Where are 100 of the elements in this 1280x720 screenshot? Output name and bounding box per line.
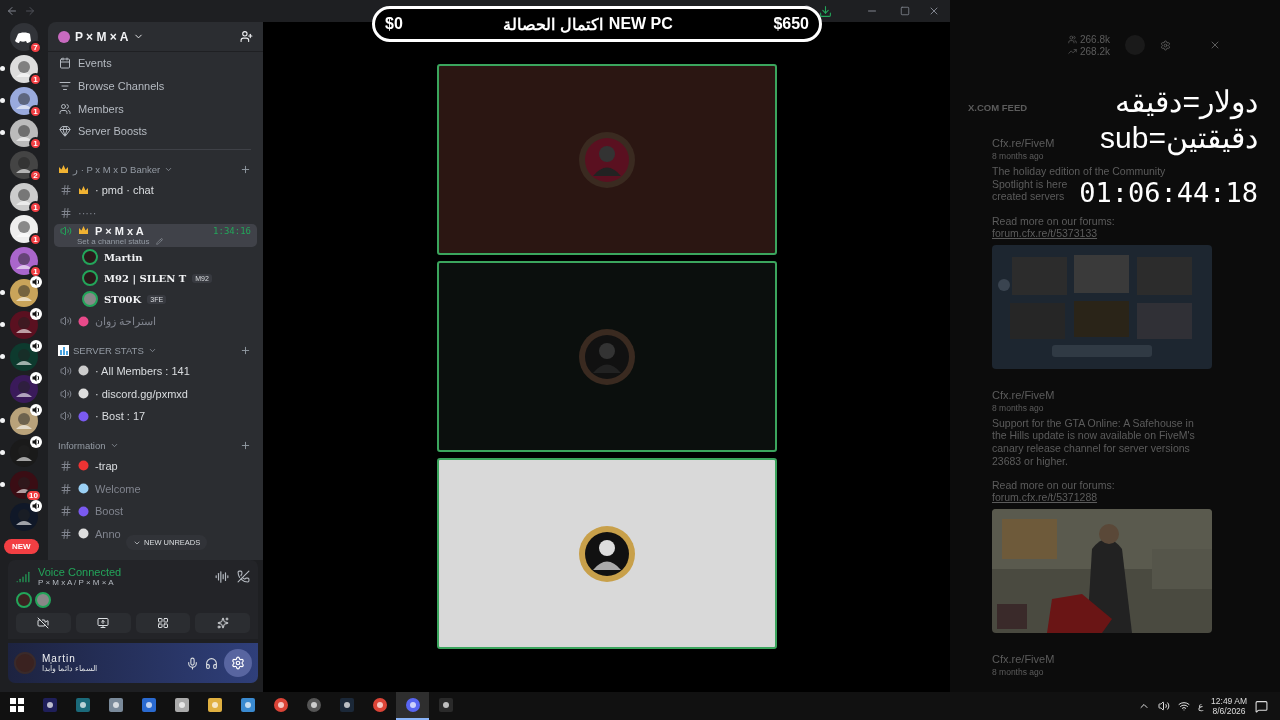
screen-share-button[interactable]: [75, 613, 131, 633]
server-icon[interactable]: [10, 311, 38, 339]
post-text: Read more on our forums:: [992, 479, 1116, 492]
server-icon[interactable]: [10, 247, 38, 275]
new-badge: NEW: [4, 539, 39, 554]
server-icon[interactable]: [10, 279, 38, 307]
voice-status[interactable]: Voice Connected: [38, 566, 207, 578]
add-icon[interactable]: [240, 439, 251, 451]
server-icon[interactable]: [10, 407, 38, 435]
category-header[interactable]: ر · P x M x D Banker: [48, 159, 263, 179]
avatar: [577, 327, 636, 386]
category-header[interactable]: SERVER STATS: [48, 340, 263, 360]
channel-item[interactable]: -trap: [54, 454, 124, 478]
channel-item[interactable]: Welcome: [54, 477, 147, 500]
channel-item[interactable]: استراحة زوان: [54, 309, 163, 333]
server-icon[interactable]: [10, 375, 38, 403]
back-icon[interactable]: [6, 5, 18, 17]
server-icon[interactable]: [10, 343, 38, 371]
crown-icon: [58, 163, 69, 175]
hash-icon: [60, 184, 72, 197]
channel-item[interactable]: Anno: [54, 522, 127, 546]
soundboard-icon[interactable]: [215, 569, 229, 584]
add-icon[interactable]: [240, 344, 251, 356]
server-icon[interactable]: [10, 503, 38, 531]
notifications-icon[interactable]: [1255, 699, 1268, 713]
mention-badge: 1: [29, 73, 42, 86]
server-icon[interactable]: [10, 119, 38, 147]
channel-item[interactable]: · Bost : 17: [54, 404, 152, 428]
activities-button[interactable]: [135, 613, 191, 633]
server-icon[interactable]: [10, 87, 38, 115]
discord-home-icon[interactable]: [10, 23, 38, 51]
sparkles-icon: [216, 617, 229, 629]
invite-icon[interactable]: [240, 30, 253, 43]
screen-share-icon: [97, 617, 110, 629]
video-tile[interactable]: [436, 261, 777, 452]
input-language[interactable]: ع: [1198, 701, 1204, 711]
nav-item[interactable]: Members: [48, 97, 263, 121]
channel-item[interactable]: ·····: [54, 201, 103, 225]
nav-item[interactable]: Browse Channels: [48, 74, 263, 98]
disconnect-icon[interactable]: [237, 570, 250, 583]
mention-badge: 1: [29, 105, 42, 118]
nav-item[interactable]: Events: [48, 52, 263, 75]
app-icon: [371, 697, 388, 713]
video-tile[interactable]: [436, 64, 777, 255]
headphones-icon[interactable]: [205, 656, 218, 670]
avatar[interactable]: [16, 592, 32, 608]
server-icon[interactable]: [10, 183, 38, 211]
speaker-icon: [60, 410, 72, 423]
clock[interactable]: 12:49 AM 8/6/2026: [1211, 696, 1247, 716]
post-author: Cfx.re/FiveM: [992, 653, 1056, 666]
server-icon: [58, 30, 70, 43]
channel-status[interactable]: Set a channel status: [77, 236, 150, 246]
category-header[interactable]: Information: [48, 435, 263, 455]
volume-icon[interactable]: [1158, 700, 1171, 712]
avatar[interactable]: [35, 592, 51, 608]
voice-channel[interactable]: P × M x A / P × M × A: [38, 578, 207, 587]
avatar: [82, 291, 98, 308]
channel-item[interactable]: Boost: [54, 499, 130, 523]
microphone-icon[interactable]: [186, 656, 199, 670]
channel-item[interactable]: · pmd · chat: [54, 178, 160, 202]
server-icon[interactable]: [10, 215, 38, 243]
goal-target: $650: [773, 15, 809, 33]
channel-item[interactable]: P × M x A 1:34:16 Set a channel status: [54, 224, 257, 247]
app-icon: [404, 697, 421, 713]
voice-member[interactable]: Martin: [48, 246, 263, 268]
taskbar-app[interactable]: [396, 692, 429, 720]
settings-button[interactable]: [224, 649, 252, 677]
server-name[interactable]: P × M × A: [75, 29, 129, 44]
server-icon[interactable]: [10, 151, 38, 179]
post-text-line: The holiday edition of the Community: [992, 165, 1166, 178]
user-name[interactable]: Martin: [42, 653, 180, 664]
avatar: [82, 249, 98, 266]
post-time: 8 months ago: [992, 667, 1045, 678]
channel-item[interactable]: · discord.gg/pxmxd: [54, 382, 194, 405]
avatar: [577, 524, 636, 583]
download-icon[interactable]: [819, 4, 832, 18]
hash-icon: [60, 206, 72, 219]
post-time: 8 months ago: [992, 151, 1045, 161]
post-text-line: Support for the GTA Online: A Safehouse in: [992, 416, 1194, 430]
stat-value: 268.2k: [1080, 45, 1111, 57]
server-icon[interactable]: [10, 439, 38, 467]
close-icon[interactable]: [928, 5, 940, 17]
pencil-icon[interactable]: [155, 237, 163, 245]
browse-icon: [59, 80, 71, 93]
nav-item[interactable]: Server Boosts: [48, 120, 263, 143]
server-icon[interactable]: [10, 55, 38, 83]
channel-item[interactable]: · All Members : 141: [54, 359, 196, 383]
server-icon[interactable]: [10, 471, 38, 499]
add-icon[interactable]: [240, 163, 251, 175]
stat-value: 266.8k: [1080, 33, 1111, 45]
app-icon: [173, 697, 190, 713]
video-tile[interactable]: [436, 458, 777, 649]
maximize-icon[interactable]: [900, 6, 910, 16]
orb-icon: [78, 410, 89, 422]
post-text-line: canary release channel for server versions: [992, 441, 1190, 455]
overlay-text: sub=دقيقتين: [1100, 120, 1258, 156]
settings-icon: [231, 656, 245, 670]
camera-button[interactable]: [16, 613, 71, 633]
network-icon[interactable]: [1178, 700, 1191, 712]
soundboard-button[interactable]: [195, 613, 250, 633]
